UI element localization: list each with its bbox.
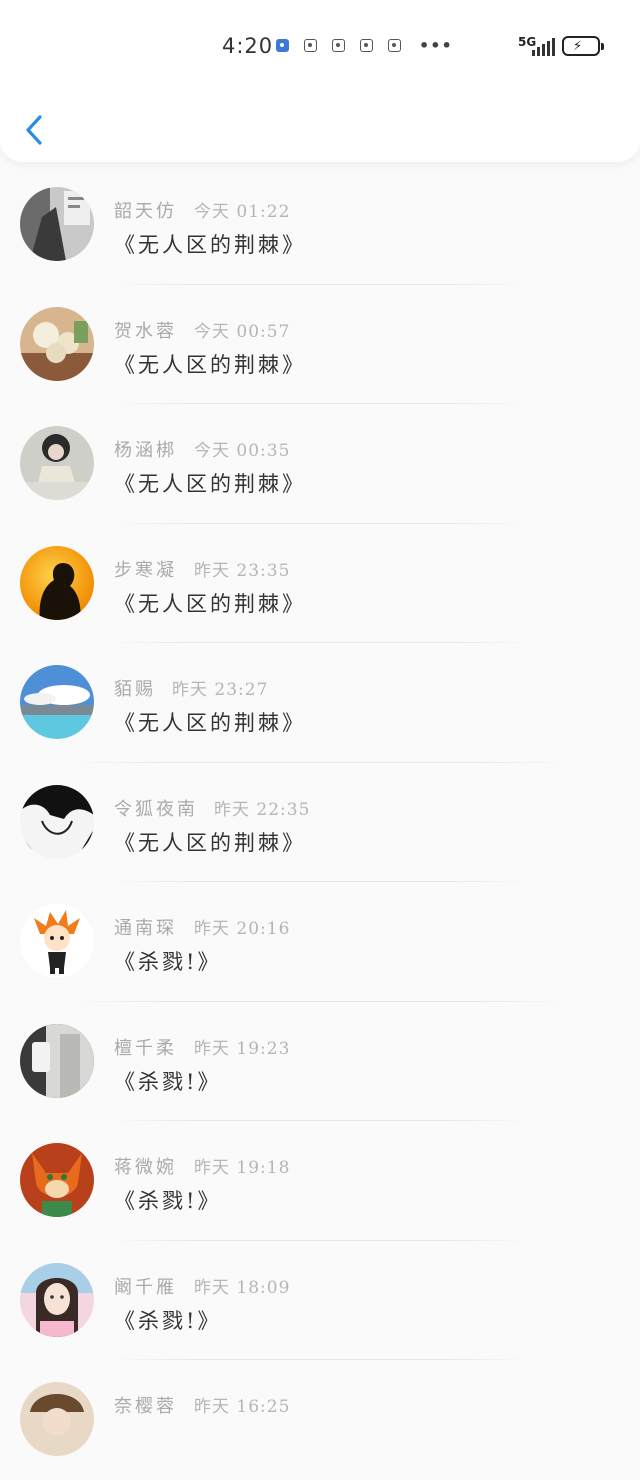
signal-icon (532, 38, 555, 56)
notification-icon (276, 39, 289, 52)
message-time: 昨天 20:16 (194, 919, 291, 939)
message-time: 昨天 22:35 (214, 799, 311, 820)
avatar[interactable] (20, 665, 94, 739)
avatar[interactable] (20, 1382, 94, 1456)
chevron-left-icon (26, 115, 42, 145)
sender-name: 通南琛 (114, 918, 177, 939)
list-item[interactable]: 阚千雁 昨天 18:09 《杀戮!》 (0, 1241, 640, 1360)
list-item[interactable]: 贺水蓉 今天 00:57 《无人区的荆棘》 (0, 285, 640, 404)
sender-name: 阚千雁 (114, 1276, 177, 1298)
notification-icon (388, 39, 401, 52)
list-item[interactable]: 令狐夜南 昨天 22:35 《无人区的荆棘》 (0, 763, 640, 882)
sender-name: 奈樱蓉 (114, 1396, 177, 1417)
message-time: 昨天 18:09 (194, 1277, 291, 1298)
list-item[interactable]: 貊赐 昨天 23:27 《无人区的荆棘》 (0, 643, 640, 763)
avatar[interactable] (20, 1023, 94, 1098)
list-item[interactable]: 奈樱蓉 昨天 16:25 (0, 1360, 640, 1480)
status-time: 4:20 (222, 34, 274, 58)
message-time: 今天 00:35 (194, 441, 291, 461)
message-time: 昨天 19:23 (194, 1038, 291, 1059)
top-bar: 4:20 ••• 5G ⚡ (0, 0, 640, 162)
sender-name: 杨涵梆 (114, 440, 177, 461)
avatar[interactable] (20, 904, 94, 978)
sender-name: 檀千柔 (114, 1037, 177, 1059)
sender-name: 韶天仿 (114, 201, 177, 222)
list-item[interactable]: 韶天仿 今天 01:22 《无人区的荆棘》 (0, 165, 640, 285)
message-time: 今天 00:57 (194, 321, 291, 342)
back-button[interactable] (22, 114, 52, 148)
sender-name: 步寒凝 (114, 559, 177, 581)
notification-icon (304, 39, 317, 52)
message-text: 《无人区的荆棘》 (114, 233, 306, 257)
sender-name: 贺水蓉 (114, 320, 177, 342)
message-text: 《杀戮!》 (114, 1189, 222, 1213)
avatar[interactable] (20, 187, 94, 261)
charging-icon: ⚡ (573, 39, 583, 54)
avatar[interactable] (20, 306, 94, 381)
message-time: 昨天 19:18 (194, 1158, 291, 1178)
avatar[interactable] (20, 784, 94, 859)
message-text: 《杀戮!》 (114, 1308, 222, 1333)
sender-name: 蒋微婉 (114, 1157, 177, 1178)
notification-icon (360, 39, 373, 52)
notification-icons (276, 39, 401, 52)
message-text: 《杀戮!》 (114, 1069, 222, 1094)
avatar[interactable] (20, 1262, 94, 1337)
notification-icon (332, 39, 345, 52)
message-text: 《无人区的荆棘》 (114, 472, 306, 496)
list-item[interactable]: 步寒凝 昨天 23:35 《无人区的荆棘》 (0, 524, 640, 643)
sender-name: 令狐夜南 (114, 798, 198, 820)
message-text: 《无人区的荆棘》 (114, 711, 306, 735)
message-text: 《无人区的荆棘》 (114, 830, 306, 855)
message-text: 《无人区的荆棘》 (114, 591, 306, 616)
message-text: 《无人区的荆棘》 (114, 352, 306, 377)
list-item[interactable]: 蒋微婉 昨天 19:18 《杀戮!》 (0, 1121, 640, 1241)
avatar[interactable] (20, 426, 94, 500)
message-text: 《杀戮!》 (114, 950, 222, 974)
sender-name: 貊赐 (114, 679, 156, 700)
message-time: 昨天 23:35 (194, 560, 291, 581)
message-time: 昨天 16:25 (194, 1397, 291, 1417)
message-list: 韶天仿 今天 01:22 《无人区的荆棘》 贺水蓉 今天 00:57 《无人区的… (0, 165, 640, 1480)
avatar[interactable] (20, 545, 94, 620)
more-notifications-icon: ••• (419, 36, 453, 55)
list-item[interactable]: 杨涵梆 今天 00:35 《无人区的荆棘》 (0, 404, 640, 524)
list-item[interactable]: 通南琛 昨天 20:16 《杀戮!》 (0, 882, 640, 1002)
message-time: 今天 01:22 (194, 202, 291, 222)
battery-icon: ⚡ (562, 36, 604, 56)
message-time: 昨天 23:27 (172, 680, 269, 700)
avatar[interactable] (20, 1143, 94, 1217)
list-item[interactable]: 檀千柔 昨天 19:23 《杀戮!》 (0, 1002, 640, 1121)
